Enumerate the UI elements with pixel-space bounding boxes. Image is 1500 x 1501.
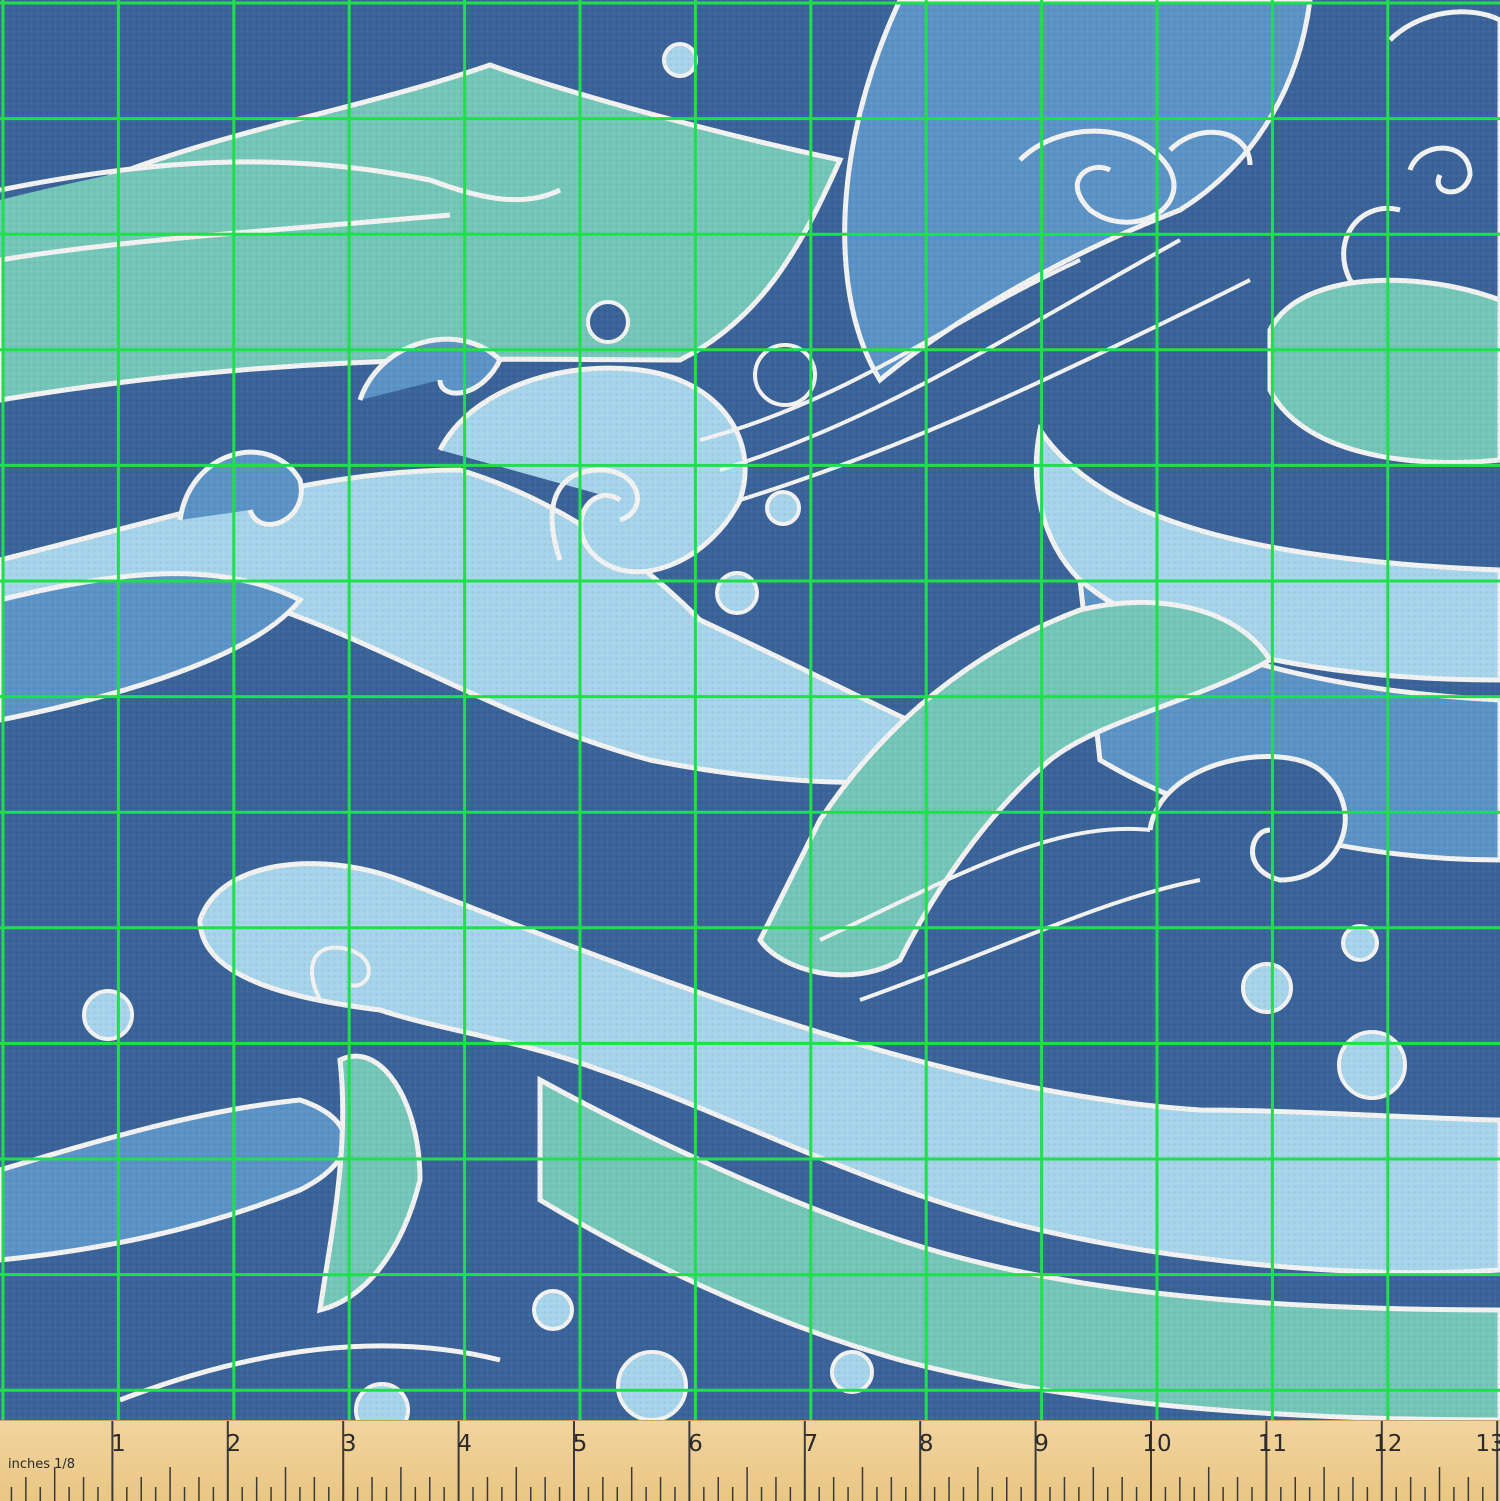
ruler-inch-label: 13 — [1475, 1431, 1500, 1457]
ruler-inch-label: 8 — [918, 1431, 934, 1457]
ruler-inch-label: 9 — [1034, 1431, 1049, 1457]
ruler-inch-label: 4 — [457, 1431, 472, 1457]
ruler-inch-label: 10 — [1142, 1431, 1172, 1457]
ruler-inch-label: 11 — [1257, 1431, 1288, 1457]
fabric-pattern — [0, 0, 1500, 1438]
ruler-inch-label: 1 — [111, 1431, 126, 1457]
weave-texture — [0, 0, 1500, 1420]
inch-ruler: 1 2 3 4 5 6 7 8 9 10 11 12 13 inches 1/8 — [0, 1420, 1500, 1501]
ruler-inch-label: 5 — [572, 1431, 588, 1457]
ruler-inch-label: 3 — [341, 1431, 357, 1457]
ruler-inch-label: 12 — [1373, 1431, 1403, 1457]
ruler-inch-label: 7 — [803, 1431, 819, 1457]
ruler-caption: inches 1/8 — [8, 1457, 76, 1472]
ruler-inch-label: 2 — [226, 1431, 242, 1457]
ruler-inch-label: 6 — [688, 1431, 703, 1457]
